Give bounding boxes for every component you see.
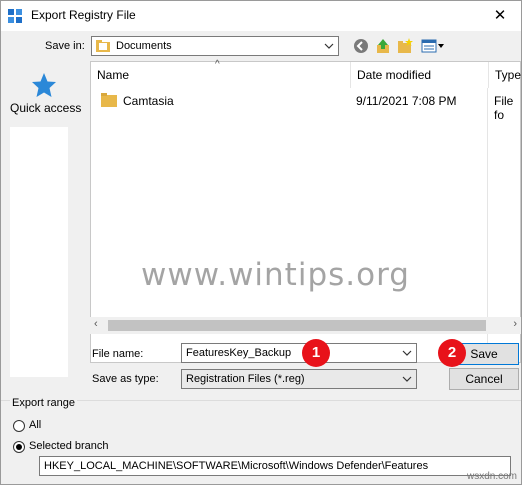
- title-bar: Export Registry File ✕: [1, 1, 521, 31]
- file-name-cell: Camtasia: [123, 94, 174, 108]
- scroll-right-icon[interactable]: ›: [513, 318, 517, 330]
- export-registry-dialog: Export Registry File ✕ Save in: Document…: [0, 0, 522, 485]
- view-menu-icon[interactable]: [421, 38, 445, 54]
- back-arrow-icon[interactable]: [353, 38, 369, 54]
- save-as-type-label: Save as type:: [92, 373, 159, 385]
- folder-icon: [101, 93, 117, 107]
- new-folder-icon[interactable]: [397, 38, 413, 54]
- column-header-name[interactable]: Name: [91, 62, 351, 88]
- up-folder-icon[interactable]: [375, 38, 391, 54]
- radio-selected-branch[interactable]: [13, 441, 25, 453]
- branch-path-field[interactable]: HKEY_LOCAL_MACHINE\SOFTWARE\Microsoft\Wi…: [39, 456, 511, 476]
- footer-watermark: wsxdn.com: [466, 471, 517, 482]
- places-list: [10, 127, 68, 377]
- dialog-body: Save in: Documents Quick access ^ Name D…: [1, 31, 521, 484]
- scroll-left-icon[interactable]: ‹: [94, 318, 98, 330]
- column-type-label: Type: [495, 68, 522, 82]
- list-item[interactable]: Camtasia 9/11/2021 7:08 PM File fo: [91, 90, 522, 122]
- save-as-type-dropdown[interactable]: Registration Files (*.reg): [181, 369, 417, 389]
- file-name-label: File name:: [92, 348, 144, 360]
- close-button[interactable]: ✕: [485, 5, 515, 27]
- horizontal-scrollbar[interactable]: ‹ ›: [90, 317, 521, 334]
- column-divider: [487, 88, 488, 346]
- radio-all[interactable]: [13, 420, 25, 432]
- file-date-cell: 9/11/2021 7:08 PM: [356, 94, 457, 108]
- step-badge-1: 1: [302, 339, 330, 367]
- chevron-down-icon: [324, 43, 334, 49]
- watermark: www.wintips.org: [141, 257, 410, 293]
- column-date-label: Date modified: [357, 68, 432, 82]
- file-type-cell: File fo: [494, 94, 514, 122]
- save-in-dropdown[interactable]: Documents: [91, 36, 339, 56]
- step-badge-2: 2: [438, 339, 466, 367]
- save-as-type-value: Registration Files (*.reg): [186, 373, 305, 385]
- save-in-label: Save in:: [45, 40, 85, 52]
- scroll-thumb[interactable]: [108, 320, 486, 331]
- file-name-field[interactable]: FeaturesKey_Backup: [181, 343, 417, 363]
- chevron-down-icon[interactable]: [402, 348, 412, 358]
- radio-all-label[interactable]: All: [29, 419, 41, 431]
- documents-icon: [96, 40, 110, 52]
- places-bar: Quick access: [1, 61, 87, 377]
- column-header-date[interactable]: Date modified: [351, 62, 489, 88]
- quick-access-label[interactable]: Quick access: [10, 101, 81, 115]
- file-name-value: FeaturesKey_Backup: [186, 347, 292, 359]
- export-range-group: Export range All Selected branch HKEY_LO…: [1, 397, 521, 484]
- star-icon[interactable]: [31, 72, 57, 98]
- radio-selected-branch-label[interactable]: Selected branch: [29, 440, 109, 452]
- column-header-type[interactable]: Type: [489, 62, 522, 88]
- chevron-down-icon: [402, 376, 412, 382]
- cancel-button[interactable]: Cancel: [449, 368, 519, 390]
- window-title: Export Registry File: [31, 8, 136, 22]
- column-name-label: Name: [97, 68, 130, 82]
- save-in-value: Documents: [116, 40, 172, 52]
- export-range-legend: Export range: [10, 397, 77, 409]
- registry-icon: [8, 9, 22, 23]
